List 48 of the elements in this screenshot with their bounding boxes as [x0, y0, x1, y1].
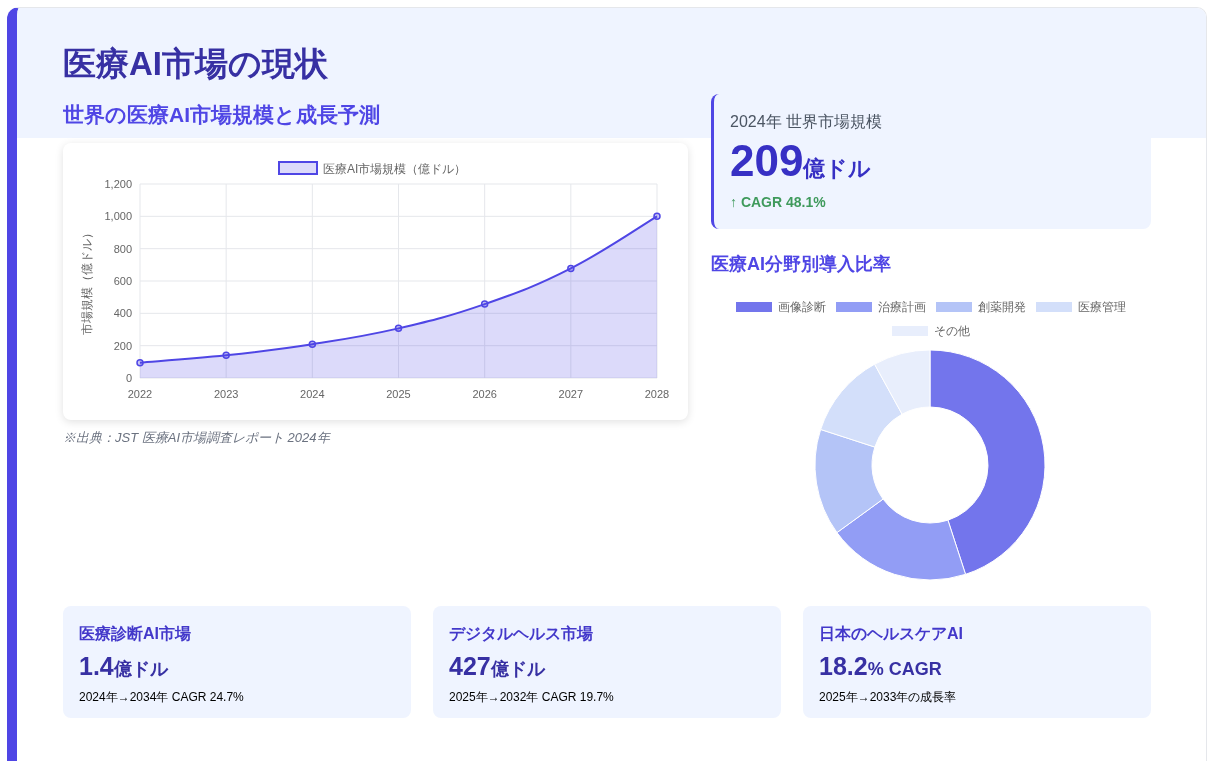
legend-label: 医療管理 [1078, 299, 1126, 316]
data-point [222, 351, 230, 360]
data-point [394, 324, 403, 333]
legend-label: その他 [934, 323, 970, 340]
metric-unit: % CAGR [867, 659, 942, 681]
metric-note: 2025年→2033年の成長率 [819, 688, 958, 706]
legend-label: 画像診断 [778, 299, 826, 316]
legend-label: 創薬開発 [978, 299, 1026, 316]
legend-label: 医療AI市場規模（億ドル） [323, 162, 467, 176]
data-point [567, 264, 575, 273]
metric-title: 医療診断AI市場 [79, 624, 192, 644]
y-tick-label: 800 [113, 242, 132, 255]
metric-value: 18.2 [819, 651, 868, 682]
data-point [136, 358, 144, 367]
legend-swatch [278, 161, 318, 175]
y-tick-label: 1,200 [104, 178, 132, 190]
stat-unit: 億ドル [803, 155, 872, 183]
y-tick-label: 400 [113, 307, 132, 320]
metric-note: 2024年→2034年 CAGR 24.7% [79, 688, 245, 706]
y-tick-label: 200 [113, 339, 132, 352]
metric-value: 427 [449, 651, 491, 682]
x-tick-label: 2026 [472, 388, 497, 400]
x-tick-label: 2025 [386, 388, 411, 400]
metric-unit: 億ドル [490, 658, 545, 681]
x-tick-label: 2027 [558, 388, 584, 400]
data-point [653, 212, 661, 221]
stat-label: 2024年 世界市場規模 [730, 112, 884, 132]
metric-note: 2025年→2032年 CAGR 19.7% [449, 688, 615, 706]
y-tick-label: 1,000 [104, 210, 132, 223]
x-tick-label: 2023 [213, 388, 239, 400]
legend-label: 治療計画 [878, 299, 926, 316]
metric-title: デジタルヘルス市場 [449, 624, 594, 644]
source-note: ※出典：JST 医療AI市場調査レポート 2024年 [63, 429, 332, 447]
metric-value: 1.4 [79, 651, 114, 682]
metric-title: 日本のヘルスケアAI [819, 624, 964, 644]
section-heading: 世界の医療AI市場規模と成長予測 [63, 102, 381, 128]
section-heading: 医療AI分野別導入比率 [711, 253, 892, 276]
y-axis-title: 市場規模（億ドル） [80, 227, 94, 335]
growth-rate: ↑ CAGR 48.1% [730, 193, 827, 212]
x-tick-label: 2024 [300, 388, 325, 400]
page-title: 医療AI市場の現状 [63, 44, 329, 84]
data-point [308, 340, 317, 348]
y-tick-label: 0 [125, 372, 132, 384]
metric-unit: 億ドル [113, 659, 168, 681]
x-tick-label: 2022 [127, 388, 153, 400]
y-tick-label: 600 [113, 275, 132, 287]
data-point [480, 300, 489, 308]
x-tick-label: 2028 [644, 388, 670, 400]
